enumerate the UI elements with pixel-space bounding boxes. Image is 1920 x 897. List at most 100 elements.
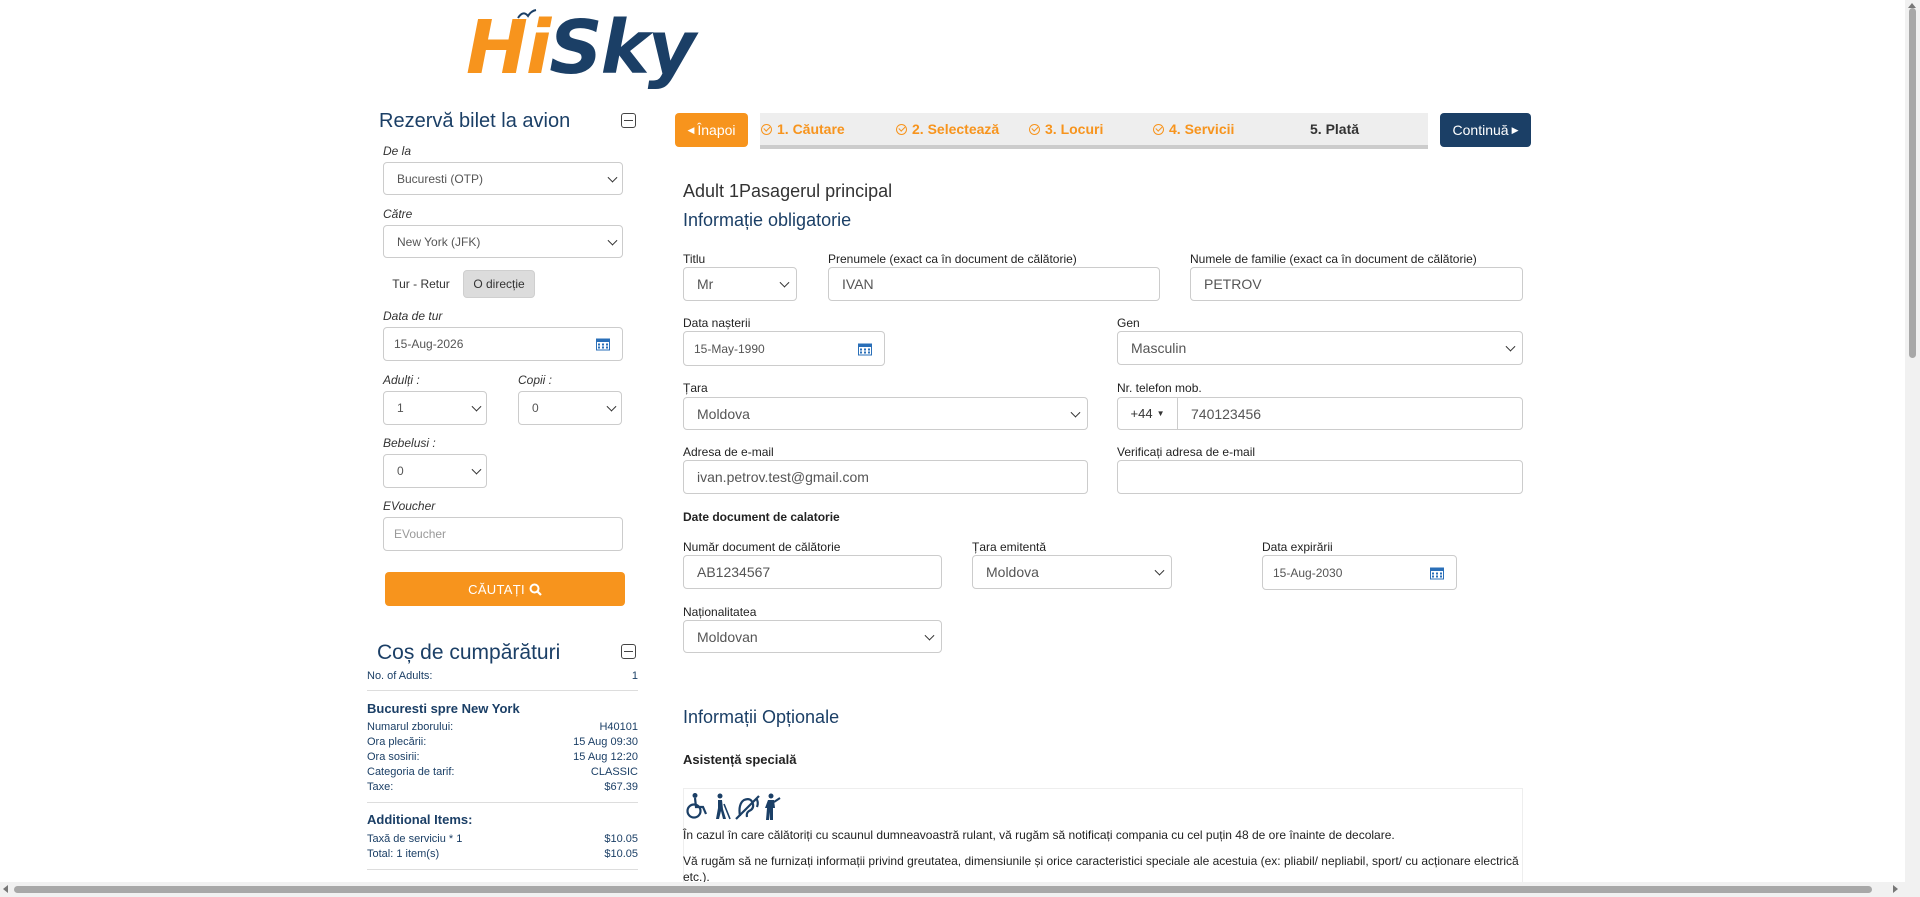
round-trip-toggle[interactable]: Tur - Retur bbox=[385, 270, 457, 298]
collapse-cart-icon[interactable] bbox=[621, 644, 636, 659]
step-label: 3. Locuri bbox=[1045, 121, 1104, 137]
issuing-country-select[interactable]: Moldova bbox=[972, 555, 1172, 589]
adults-select[interactable]: 1 bbox=[383, 391, 487, 425]
infants-value: 0 bbox=[397, 464, 404, 478]
calendar-icon[interactable] bbox=[596, 338, 610, 351]
cart-additional-row: Taxă de serviciu * 1 $10.05 bbox=[367, 833, 638, 847]
calendar-icon[interactable] bbox=[1430, 566, 1444, 579]
lastname-label: Numele de familie (exact ca în document … bbox=[1190, 252, 1477, 266]
country-select[interactable]: Moldova bbox=[683, 397, 1088, 430]
from-select[interactable]: Bucuresti (OTP) bbox=[383, 162, 623, 195]
infants-select[interactable]: 0 bbox=[383, 454, 487, 488]
gender-select[interactable]: Masculin bbox=[1117, 331, 1523, 365]
mandatory-heading: Informație obligatorie bbox=[683, 210, 852, 230]
caret-left-icon: ◀ bbox=[687, 124, 695, 135]
expiry-input[interactable]: 15-Aug-2030 bbox=[1262, 555, 1457, 590]
firstname-input[interactable]: IVAN bbox=[828, 267, 1160, 301]
cart-row: Ora sosirii: 15 Aug 12:20 bbox=[367, 751, 638, 765]
departure-date-input[interactable]: 15-Aug-2026 bbox=[383, 327, 623, 361]
email-verify-input[interactable] bbox=[1117, 460, 1523, 494]
step-services[interactable]: 4. Servicii bbox=[1153, 113, 1234, 145]
scroll-left-icon[interactable] bbox=[3, 885, 8, 893]
country-label: Țara bbox=[683, 381, 708, 395]
title-label: Titlu bbox=[683, 252, 706, 266]
one-way-toggle[interactable]: O direcție bbox=[463, 270, 535, 298]
phone-input[interactable]: 740123456 bbox=[1177, 397, 1523, 430]
from-label: De la bbox=[383, 144, 412, 158]
evoucher-input[interactable]: EVoucher bbox=[383, 517, 623, 551]
dob-value: 15-May-1990 bbox=[694, 341, 765, 356]
lastname-input[interactable]: PETROV bbox=[1190, 267, 1523, 301]
logo-text-sky: Sky bbox=[549, 5, 696, 91]
cart-row: Numarul zborului: H40101 bbox=[367, 721, 638, 735]
children-select[interactable]: 0 bbox=[518, 391, 622, 425]
title-select[interactable]: Mr bbox=[683, 267, 797, 301]
email-input[interactable]: ivan.petrov.test@gmail.com bbox=[683, 460, 1088, 494]
cart-row-value: CLASSIC bbox=[590, 766, 638, 778]
caret-down-icon: ▼ bbox=[1156, 409, 1165, 418]
assistance-text-2: Vă rugăm să ne furnizați informații priv… bbox=[683, 854, 1519, 884]
phone-prefix-value: +44 bbox=[1130, 406, 1153, 421]
divider bbox=[367, 869, 638, 870]
adults-label: Adulți : bbox=[383, 373, 420, 387]
country-value: Moldova bbox=[697, 405, 750, 422]
collapse-booking-icon[interactable] bbox=[621, 113, 636, 128]
cart-row-label: Ora plecării: bbox=[367, 736, 427, 748]
doc-section-label: Date document de calatorie bbox=[683, 510, 840, 524]
step-search[interactable]: 1. Căutare bbox=[761, 113, 845, 145]
vertical-scrollbar-thumb[interactable] bbox=[1909, 8, 1916, 358]
issuing-country-value: Moldova bbox=[986, 564, 1039, 580]
nationality-select[interactable]: Moldovan bbox=[683, 620, 942, 653]
departure-date-value: 15-Aug-2026 bbox=[394, 337, 464, 351]
doc-number-input[interactable]: AB1234567 bbox=[683, 555, 942, 589]
booking-title: Rezervă bilet la avion bbox=[379, 110, 571, 132]
cart-row-value: 15 Aug 12:20 bbox=[573, 751, 638, 763]
divider bbox=[367, 802, 638, 803]
step-label: 5. Plată bbox=[1310, 121, 1360, 137]
cart-row-value: $10.05 bbox=[604, 833, 638, 845]
phone-prefix-dropdown[interactable]: +44 ▼ bbox=[1117, 397, 1178, 430]
step-label: 4. Servicii bbox=[1169, 121, 1235, 137]
step-seats[interactable]: 3. Locuri bbox=[1029, 113, 1103, 145]
passenger-heading: Adult 1Pasagerul principal bbox=[683, 181, 893, 201]
adults-value: 1 bbox=[397, 401, 404, 415]
scroll-up-icon[interactable] bbox=[1908, 3, 1916, 8]
cart-row-label: Taxe: bbox=[367, 781, 394, 793]
chevron-down-icon bbox=[471, 401, 482, 412]
doc-number-value: AB1234567 bbox=[697, 564, 771, 580]
firstname-value: IVAN bbox=[842, 276, 874, 292]
hisky-logo[interactable]: HiSky bbox=[466, 6, 696, 90]
date-label: Data de tur bbox=[383, 309, 443, 323]
horizontal-scrollbar-thumb[interactable] bbox=[14, 886, 1872, 893]
calendar-icon[interactable] bbox=[858, 342, 872, 355]
assistance-text-1: În cazul în care călătoriți cu scaunul d… bbox=[683, 828, 1395, 842]
chevron-down-icon bbox=[924, 630, 935, 641]
step-select[interactable]: 2. Selectează bbox=[896, 113, 999, 145]
cart-row-value: $67.39 bbox=[604, 781, 638, 793]
check-circle-icon bbox=[761, 123, 772, 135]
check-circle-icon bbox=[1153, 123, 1164, 135]
cart-row: Taxe: $67.39 bbox=[367, 781, 638, 795]
phone-value: 740123456 bbox=[1191, 405, 1262, 422]
dob-label: Data nașterii bbox=[683, 316, 751, 330]
cart-row-value: $10.05 bbox=[604, 848, 638, 860]
nationality-value: Moldovan bbox=[697, 628, 758, 645]
chevron-down-icon bbox=[471, 464, 482, 475]
search-button[interactable]: CĂUTAȚI bbox=[385, 572, 625, 606]
divider bbox=[367, 690, 638, 691]
cart-adults-row: No. of Adults: 1 bbox=[367, 670, 638, 684]
children-value: 0 bbox=[532, 401, 539, 415]
continue-button[interactable]: Continuă ▶ bbox=[1440, 113, 1531, 147]
check-circle-icon bbox=[896, 123, 907, 135]
gender-value: Masculin bbox=[1131, 340, 1187, 356]
chevron-down-icon bbox=[1505, 341, 1516, 352]
cart-row-label: Total: 1 item(s) bbox=[367, 848, 440, 860]
cart-row-value: 15 Aug 09:30 bbox=[573, 736, 638, 748]
cart-row: Categoria de tarif: CLASSIC bbox=[367, 766, 638, 780]
to-value: New York (JFK) bbox=[397, 234, 481, 249]
back-button[interactable]: ◀ Înapoi bbox=[675, 113, 748, 147]
scroll-right-icon[interactable] bbox=[1893, 885, 1898, 893]
dob-input[interactable]: 15-May-1990 bbox=[683, 331, 885, 366]
to-select[interactable]: New York (JFK) bbox=[383, 225, 623, 258]
step-label: 2. Selectează bbox=[912, 121, 1000, 137]
